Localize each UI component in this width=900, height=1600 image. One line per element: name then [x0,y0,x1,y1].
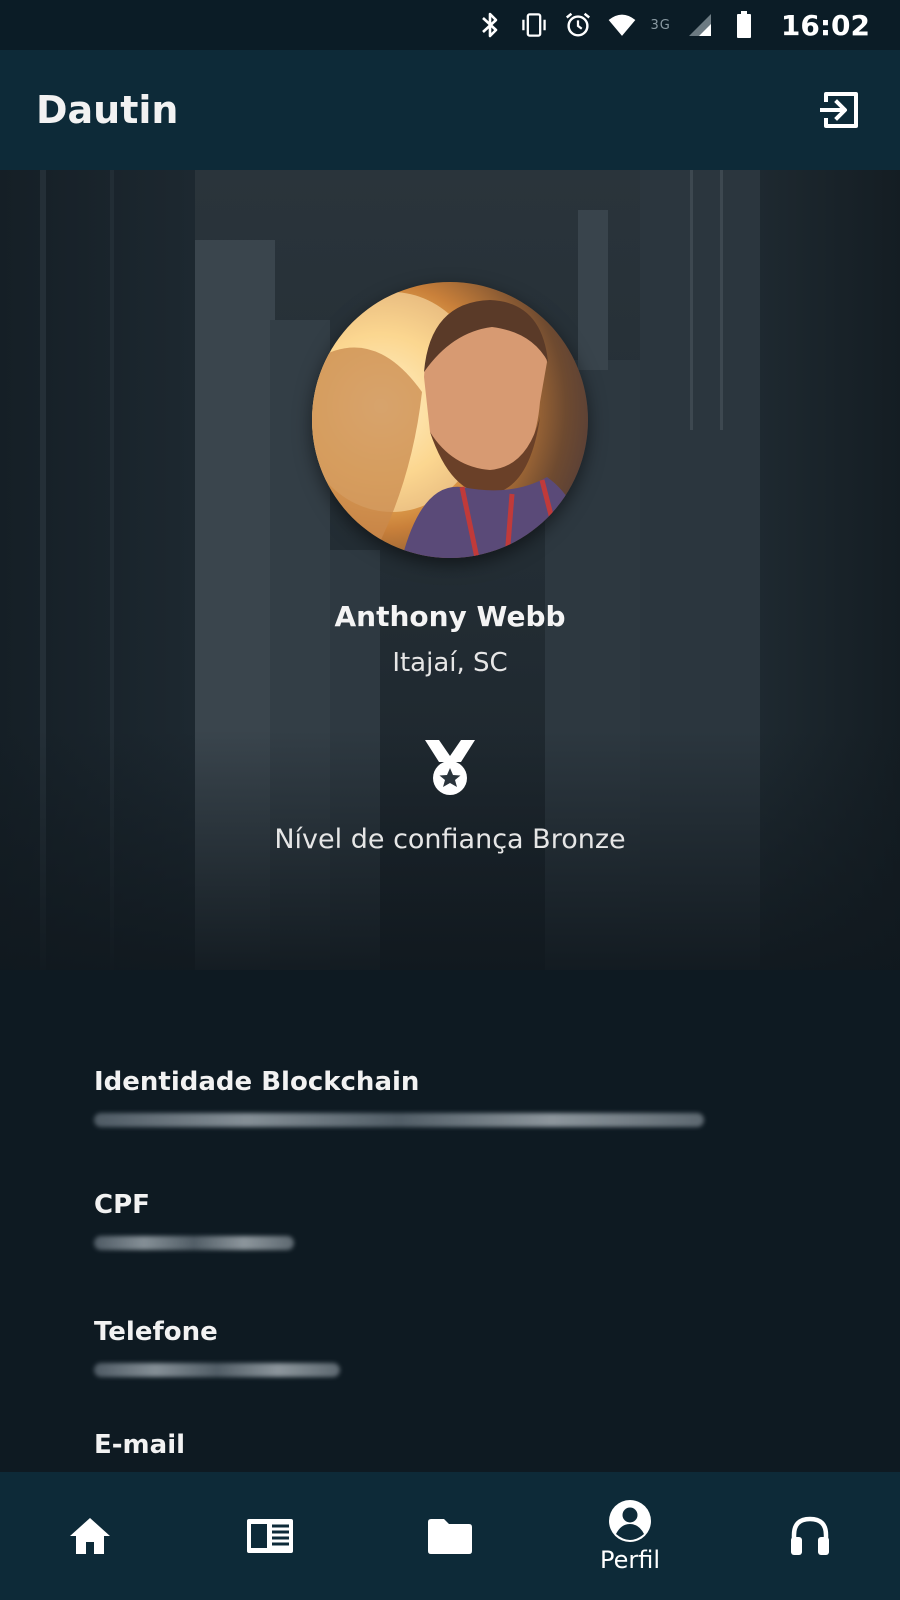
account-circle-icon [609,1500,651,1542]
newspaper-icon [247,1519,293,1553]
trust-level-label: Nível de confiança Bronze [274,824,626,855]
nav-documents[interactable] [385,1481,515,1591]
signal-icon [685,10,715,40]
blockchain-id-label: Identidade Blockchain [94,1067,420,1097]
wifi-icon [607,10,637,40]
home-icon [70,1518,110,1554]
app-title: Dautin [36,88,179,132]
nav-news[interactable] [205,1481,335,1591]
nav-profile[interactable]: Perfil [565,1481,695,1591]
email-label: E-mail [94,1430,186,1460]
app-bar: Dautin [0,50,900,170]
medal-icon [425,740,475,795]
nav-profile-label: Perfil [599,1546,661,1574]
alarm-icon [563,10,593,40]
vibrate-icon [519,10,549,40]
headset-icon [791,1516,829,1555]
profile-header: Anthony Webb Itajaí, SC Nível de confian… [0,170,900,970]
user-location: Itajaí, SC [392,648,508,678]
nav-support[interactable] [745,1481,875,1591]
user-name: Anthony Webb [334,600,566,633]
cpf-value [94,1236,294,1250]
profile-info: Identidade Blockchain CPF Telefone E-mai… [0,970,900,1470]
battery-icon [729,10,759,40]
blockchain-id-value [94,1113,704,1127]
nav-home[interactable] [25,1481,155,1591]
phone-value [94,1363,340,1377]
network-type-label: 3G [650,17,671,33]
user-photo [312,292,588,558]
logout-icon [820,92,858,128]
avatar[interactable] [312,282,588,558]
bluetooth-icon [475,10,505,40]
phone-label: Telefone [94,1317,218,1347]
status-bar: 3G 16:02 [0,0,900,50]
cpf-label: CPF [94,1190,150,1220]
bottom-nav: Perfil [0,1472,900,1600]
logout-button[interactable] [816,86,864,134]
folder-icon [428,1519,472,1554]
clock: 16:02 [780,8,870,42]
